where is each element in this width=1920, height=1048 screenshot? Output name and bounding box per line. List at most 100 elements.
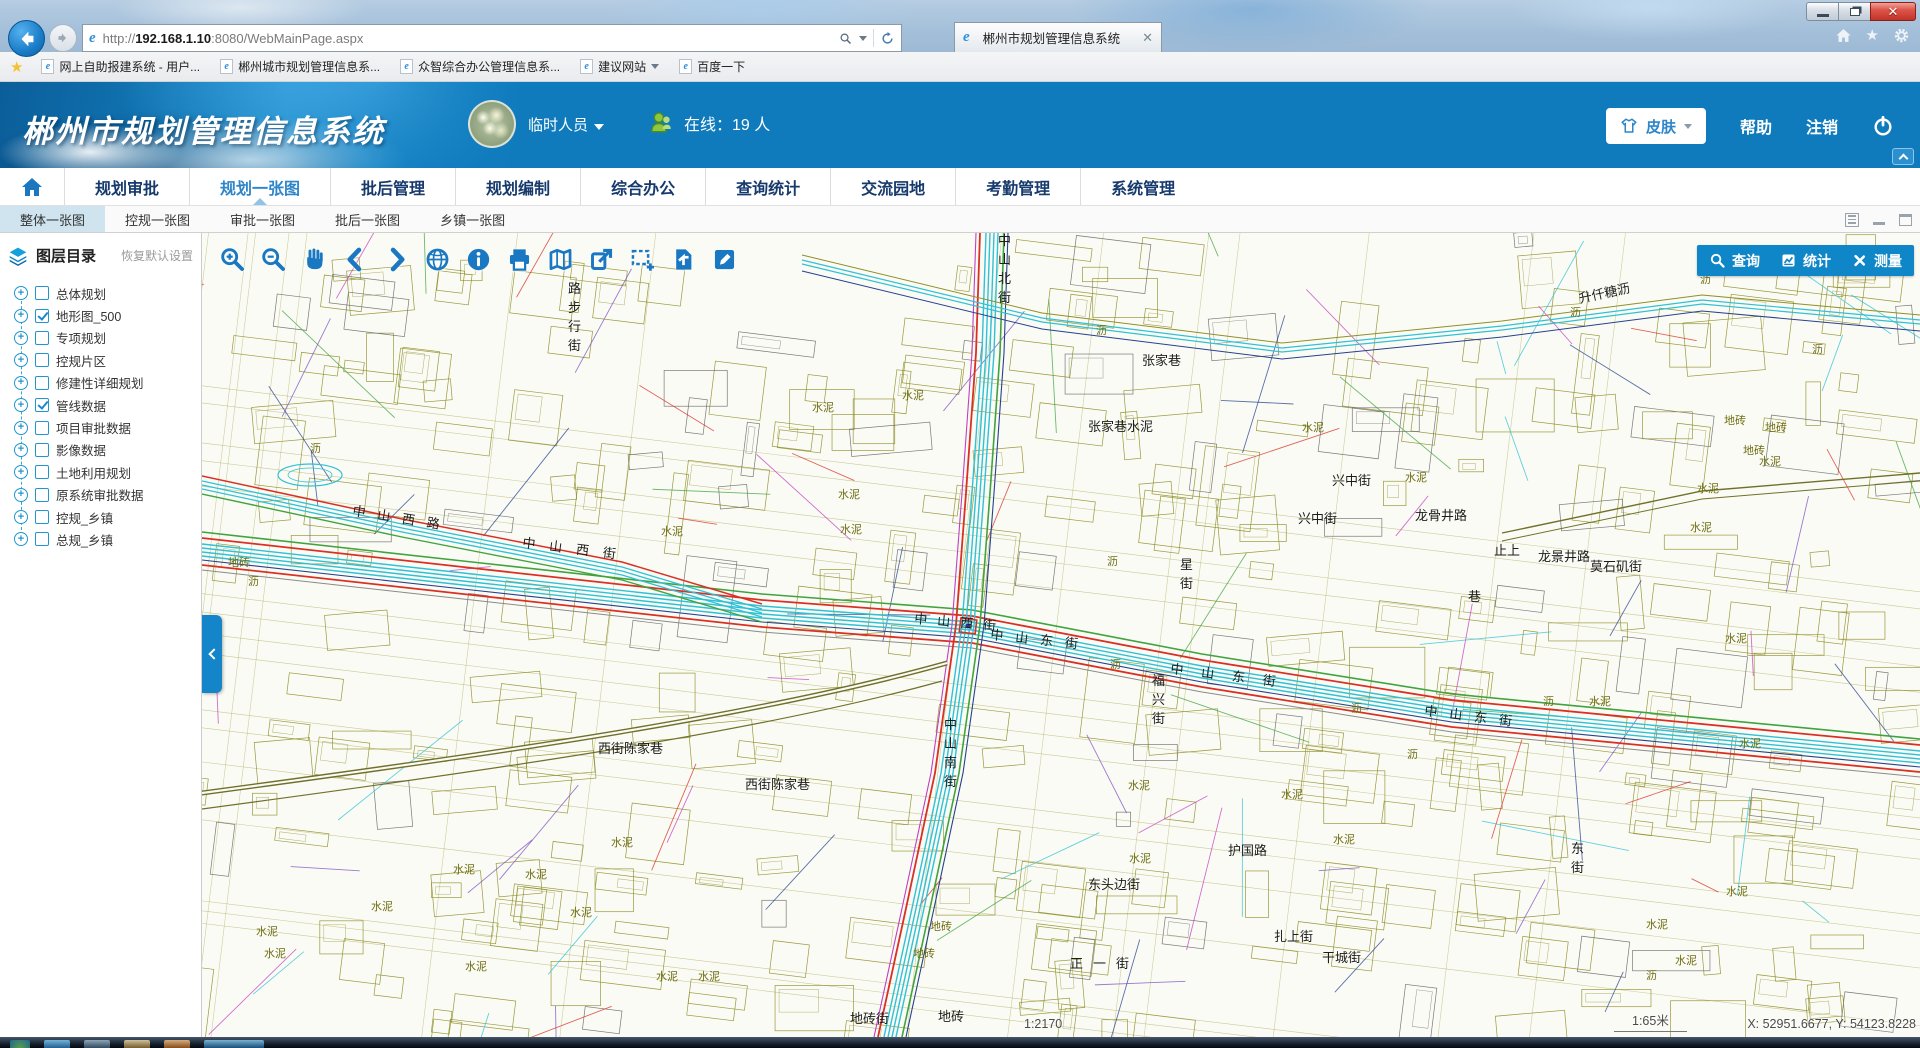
layer-label[interactable]: 专项规划	[56, 328, 106, 347]
print-button[interactable]	[505, 245, 533, 273]
next-extent-button[interactable]	[382, 245, 410, 273]
nav-item-综合办公[interactable]: 综合办公	[580, 168, 705, 205]
layer-label[interactable]: 控规_乡镇	[56, 508, 113, 527]
search-icon[interactable]	[838, 31, 853, 46]
add-favorite-star-icon[interactable]: ★	[10, 58, 23, 76]
stats-button[interactable]: 统计	[1780, 251, 1831, 271]
layer-label[interactable]: 总规_乡镇	[56, 530, 113, 549]
edit-button[interactable]	[710, 245, 738, 273]
taskbar-item[interactable]	[204, 1040, 264, 1048]
measure-button[interactable]: 测量	[1851, 251, 1902, 271]
nav-item-规划一张图[interactable]: 规划一张图	[189, 168, 330, 205]
favorite-link[interactable]: e百度一下	[679, 58, 745, 75]
zoom-out-button[interactable]	[259, 245, 287, 273]
subtab-整体一张图[interactable]: 整体一张图	[0, 206, 105, 232]
help-link[interactable]: 帮助	[1740, 114, 1772, 138]
reset-defaults-link[interactable]: 恢复默认设置	[121, 247, 193, 264]
favorite-link[interactable]: e众智综合办公管理信息系...	[400, 58, 560, 75]
browser-forward-button[interactable]	[49, 24, 77, 52]
layer-label[interactable]: 修建性详细规划	[56, 373, 144, 392]
subtab-批后一张图[interactable]: 批后一张图	[315, 206, 420, 232]
favorite-link[interactable]: e郴州城市规划管理信息系...	[220, 58, 380, 75]
taskbar-item[interactable]	[124, 1040, 150, 1048]
expand-icon[interactable]: +	[14, 421, 28, 435]
zoom-in-button[interactable]	[218, 245, 246, 273]
query-button[interactable]: 查询	[1709, 251, 1760, 271]
refresh-icon[interactable]	[880, 31, 895, 46]
pan-button[interactable]	[300, 245, 328, 273]
select-button[interactable]	[628, 245, 656, 273]
subtab-乡镇一张图[interactable]: 乡镇一张图	[420, 206, 525, 232]
layer-checkbox[interactable]	[35, 488, 49, 502]
map-canvas[interactable]: 路步行街中山西路中山西街中山西街中山东街中山东街中山东街中山北街中山南街西街陈家…	[202, 233, 1920, 1037]
nav-item-规划编制[interactable]: 规划编制	[455, 168, 580, 205]
logout-link[interactable]: 注销	[1806, 114, 1838, 138]
browser-back-button[interactable]	[8, 20, 45, 57]
layer-label[interactable]: 项目审批数据	[56, 418, 131, 437]
nav-item-交流园地[interactable]: 交流园地	[830, 168, 955, 205]
panel-maximize-icon[interactable]	[1899, 214, 1912, 226]
expand-icon[interactable]: +	[14, 510, 28, 524]
search-dropdown-icon[interactable]	[859, 36, 867, 41]
home-icon[interactable]	[1835, 27, 1852, 44]
favorite-link[interactable]: e网上自助报建系统 - 用户...	[41, 58, 200, 75]
user-name[interactable]: 临时人员	[528, 114, 604, 135]
power-icon[interactable]	[1872, 115, 1894, 137]
list-view-icon[interactable]	[1845, 213, 1859, 227]
favorite-link[interactable]: e建议网站	[580, 58, 659, 75]
layer-checkbox[interactable]	[35, 421, 49, 435]
layer-checkbox[interactable]	[35, 331, 49, 345]
favorites-star-icon[interactable]: ★	[1866, 26, 1879, 44]
expand-icon[interactable]: +	[14, 398, 28, 412]
taskbar-item[interactable]	[44, 1040, 70, 1048]
user-avatar[interactable]	[468, 100, 516, 148]
nav-item-系统管理[interactable]: 系统管理	[1080, 168, 1205, 205]
nav-item-考勤管理[interactable]: 考勤管理	[955, 168, 1080, 205]
expand-icon[interactable]: +	[14, 353, 28, 367]
windows-taskbar[interactable]	[0, 1037, 1920, 1048]
layer-checkbox[interactable]	[35, 465, 49, 479]
nav-home-button[interactable]	[0, 168, 64, 205]
export-button[interactable]	[669, 245, 697, 273]
subtab-控规一张图[interactable]: 控规一张图	[105, 206, 210, 232]
address-bar[interactable]: e http://192.168.1.10:8080/WebMainPage.a…	[82, 24, 902, 52]
expand-icon[interactable]: +	[14, 465, 28, 479]
full-extent-button[interactable]	[423, 245, 451, 273]
share-button[interactable]	[587, 245, 615, 273]
identify-button[interactable]	[464, 245, 492, 273]
collapse-header-button[interactable]	[1892, 148, 1914, 165]
layer-label[interactable]: 总体规划	[56, 284, 106, 303]
expand-icon[interactable]: +	[14, 376, 28, 390]
panel-minimize-icon[interactable]	[1873, 222, 1885, 225]
taskbar-item[interactable]	[84, 1040, 110, 1048]
expand-icon[interactable]: +	[14, 532, 28, 546]
settings-gear-icon[interactable]	[1893, 27, 1910, 44]
subtab-审批一张图[interactable]: 审批一张图	[210, 206, 315, 232]
expand-icon[interactable]: +	[14, 331, 28, 345]
layer-checkbox[interactable]	[35, 532, 49, 546]
layer-checkbox[interactable]	[35, 286, 49, 300]
layer-checkbox[interactable]	[35, 353, 49, 367]
layer-checkbox[interactable]	[35, 443, 49, 457]
previous-extent-button[interactable]	[341, 245, 369, 273]
layer-label[interactable]: 影像数据	[56, 440, 106, 459]
nav-item-批后管理[interactable]: 批后管理	[330, 168, 455, 205]
url-text[interactable]: http://192.168.1.10:8080/WebMainPage.asp…	[103, 31, 838, 46]
expand-icon[interactable]: +	[14, 443, 28, 457]
layer-label[interactable]: 控规片区	[56, 351, 106, 370]
expand-icon[interactable]: +	[14, 309, 28, 323]
nav-item-规划审批[interactable]: 规划审批	[64, 168, 189, 205]
map-viewport[interactable]: 路步行街中山西路中山西街中山西街中山东街中山东街中山东街中山北街中山南街西街陈家…	[202, 233, 1920, 1037]
layer-label[interactable]: 地形图_500	[56, 306, 121, 325]
taskbar-item[interactable]	[164, 1040, 190, 1048]
layer-checkbox[interactable]	[35, 309, 49, 323]
layer-checkbox[interactable]	[35, 398, 49, 412]
collapse-layer-panel-button[interactable]	[202, 615, 222, 693]
skin-button[interactable]: 皮肤	[1606, 108, 1706, 144]
layer-label[interactable]: 管线数据	[56, 396, 106, 415]
overview-map-button[interactable]	[546, 245, 574, 273]
browser-tab[interactable]: e 郴州市规划管理信息系统 ✕	[954, 22, 1162, 52]
layer-label[interactable]: 原系统审批数据	[56, 485, 144, 504]
layer-label[interactable]: 土地利用规划	[56, 463, 131, 482]
layer-checkbox[interactable]	[35, 510, 49, 524]
